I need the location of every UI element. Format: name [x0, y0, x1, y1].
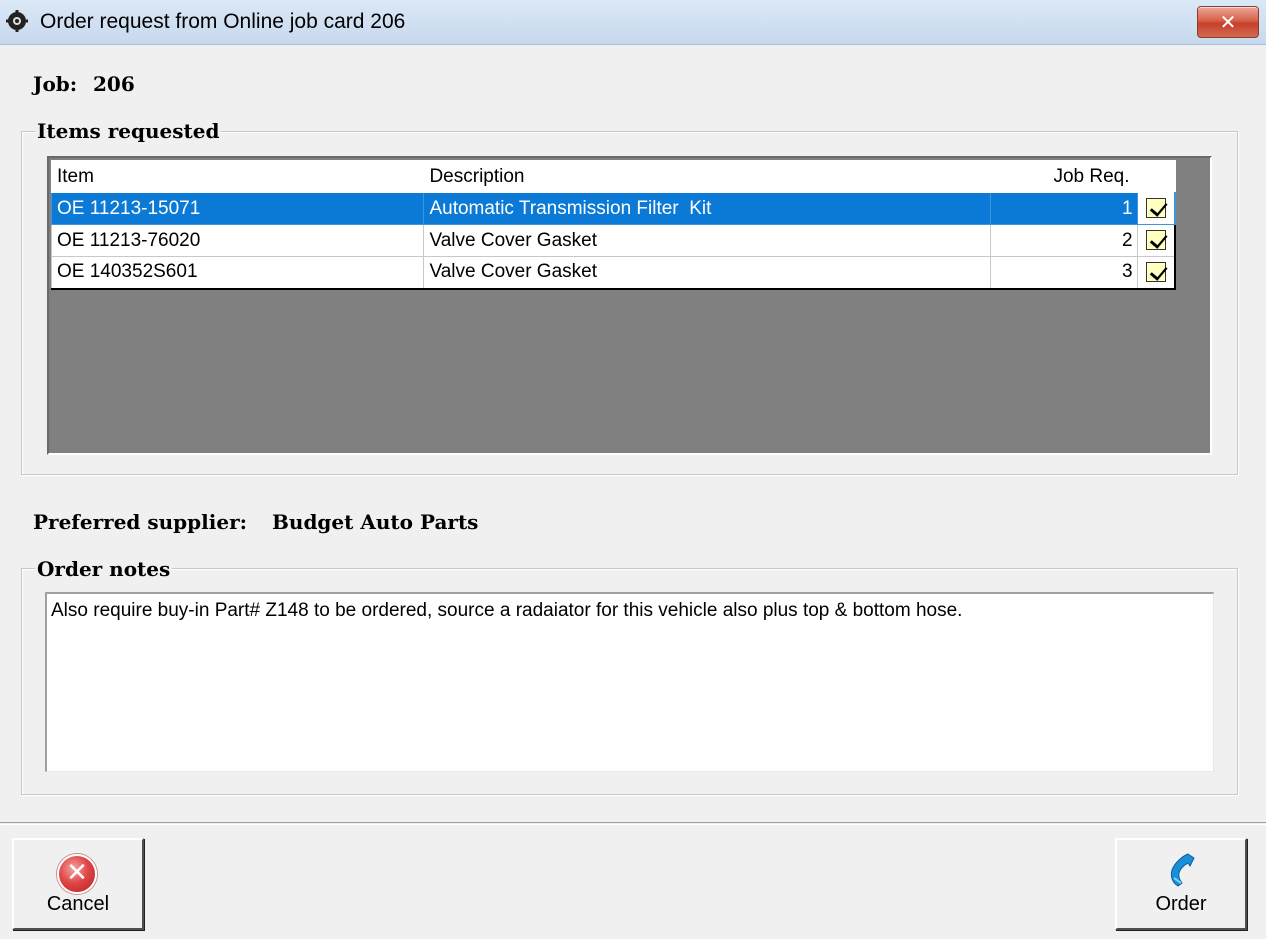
description-cell[interactable]: Valve Cover Gasket	[423, 224, 991, 257]
row-checkbox[interactable]	[1145, 198, 1166, 219]
close-icon: ✕	[1219, 10, 1237, 34]
preferred-supplier-value: Budget Auto Parts	[272, 510, 479, 534]
order-notes-textarea[interactable]: Also require buy-in Part# Z148 to be ord…	[45, 592, 1214, 772]
items-table: Item Description Job Req. OE 11213-15071…	[50, 160, 1176, 290]
cancel-circle-icon: ✕	[57, 854, 97, 894]
app-gear-icon	[6, 10, 28, 32]
column-header-job-req[interactable]: Job Req.	[989, 160, 1138, 193]
divider	[0, 822, 1266, 825]
phone-icon	[1170, 853, 1195, 887]
job-req-cell[interactable]: 1	[989, 192, 1138, 225]
items-header-row: Item Description Job Req.	[50, 160, 1176, 193]
column-header-item[interactable]: Item	[50, 160, 425, 193]
close-button[interactable]: ✕	[1197, 6, 1259, 38]
job-number: 206	[93, 72, 135, 96]
job-req-cell[interactable]: 3	[989, 256, 1138, 290]
cancel-button[interactable]: ✕ Cancel	[12, 838, 144, 930]
preferred-supplier-label: Preferred supplier:	[33, 510, 247, 534]
items-grid[interactable]: Item Description Job Req. OE 11213-15071…	[47, 156, 1212, 455]
title-bar: Order request from Online job card 206 ✕	[0, 0, 1266, 45]
row-checkbox-cell[interactable]	[1136, 224, 1176, 257]
items-requested-title: Items requested	[35, 119, 222, 143]
row-checkbox[interactable]	[1145, 262, 1166, 283]
job-req-cell[interactable]: 2	[989, 224, 1138, 257]
row-checkbox-cell[interactable]	[1136, 192, 1176, 225]
window-title: Order request from Online job card 206	[40, 10, 406, 33]
column-header-description[interactable]: Description	[423, 160, 991, 193]
job-label: Job:	[33, 72, 78, 96]
table-row[interactable]: OE 11213-76020 Valve Cover Gasket 2	[50, 224, 1176, 257]
item-cell[interactable]: OE 140352S601	[50, 256, 425, 290]
description-cell[interactable]: Valve Cover Gasket	[423, 256, 991, 290]
row-checkbox-cell[interactable]	[1136, 256, 1176, 290]
column-header-check	[1136, 160, 1176, 193]
row-checkbox[interactable]	[1145, 230, 1166, 251]
cancel-button-label: Cancel	[46, 893, 110, 915]
description-cell[interactable]: Automatic Transmission Filter Kit	[423, 192, 991, 225]
order-button-label: Order	[1155, 893, 1207, 915]
table-row[interactable]: OE 11213-15071 Automatic Transmission Fi…	[50, 192, 1176, 225]
table-row[interactable]: OE 140352S601 Valve Cover Gasket 3	[50, 256, 1176, 290]
item-cell[interactable]: OE 11213-15071	[50, 192, 425, 225]
order-notes-title: Order notes	[35, 557, 173, 581]
item-cell[interactable]: OE 11213-76020	[50, 224, 425, 257]
order-button[interactable]: Order	[1115, 838, 1247, 930]
